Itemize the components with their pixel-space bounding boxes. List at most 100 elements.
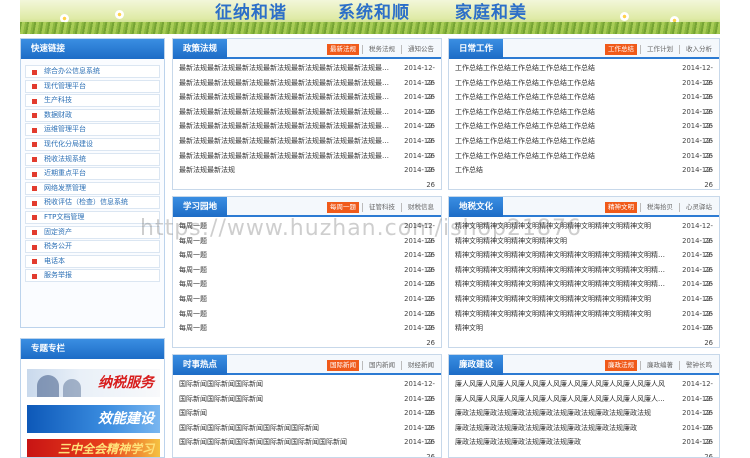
list-item-title[interactable]: 精神文明精神文明精神文明精神文明精神文明精神文明精神文明 [455, 307, 675, 322]
list-item-title[interactable]: 每周一题 [179, 219, 397, 234]
list-item[interactable]: 工作总结工作总结工作总结工作总结工作总结 2014-12-26 [455, 149, 713, 175]
list-item-title[interactable]: 每周一题 [179, 277, 397, 292]
list-item-title[interactable]: 工作总结工作总结工作总结工作总结工作总结 [455, 76, 675, 91]
list-item[interactable]: 工作总结工作总结工作总结工作总结工作总结 2014-12-26 [455, 90, 713, 116]
list-item[interactable]: 最新法规最新法规最新法规最新法规最新法规最新法规最新法规最新... 2014-12… [179, 119, 435, 145]
panel-tab[interactable]: 廉政法规 [605, 360, 637, 371]
promo-banner-plenum[interactable]: 三中全会精神学习 [27, 439, 160, 457]
panel-tab[interactable]: 国内新闻 [366, 360, 398, 371]
list-item[interactable]: 最新法规最新法规 2014-12-26 [179, 163, 435, 189]
list-item-title[interactable]: 精神文明精神文明精神文明精神文明精神文明精神文明精神文明精神... [455, 263, 675, 278]
list-item[interactable]: 精神文明精神文明精神文明精神文明精神文明精神文明精神文明 2014-12-26 [455, 219, 713, 245]
list-item[interactable]: 精神文明精神文明精神文明精神文明精神文明精神文明精神文明 2014-12-26 [455, 307, 713, 333]
quick-link-item[interactable]: 网络发票管理 [25, 181, 160, 195]
quick-link-item[interactable]: 现代管理平台 [25, 79, 160, 93]
panel-tab[interactable]: 心灵驿站 [683, 202, 715, 213]
list-item-title[interactable]: 国际新闻国际新闻国际新闻 [179, 392, 397, 407]
list-item[interactable]: 每周一题 2014-12-26 [179, 263, 435, 289]
list-item[interactable]: 工作总结 2014-12-26 [455, 163, 713, 189]
list-item[interactable]: 每周一题 2014-12-26 [179, 234, 435, 260]
list-item-title[interactable]: 最新法规最新法规最新法规最新法规最新法规最新法规最新法规最新... [179, 61, 397, 76]
list-item-title[interactable]: 工作总结工作总结工作总结工作总结工作总结 [455, 90, 675, 105]
list-item[interactable]: 精神文明精神文明精神文明精神文明精神文明精神文明精神文明精神... 2014-12… [455, 248, 713, 274]
list-item-title[interactable]: 每周一题 [179, 307, 397, 322]
list-item-title[interactable]: 最新法规最新法规最新法规最新法规最新法规最新法规最新法规最新... [179, 134, 397, 149]
list-item-title[interactable]: 工作总结工作总结工作总结工作总结工作总结 [455, 105, 675, 120]
list-item[interactable]: 国际新闻国际新闻国际新闻 2014-12-26 [179, 377, 435, 403]
panel-tab[interactable]: 收入分析 [683, 44, 715, 55]
list-item-title[interactable]: 国际新闻国际新闻国际新闻国际新闻国际新闻国际新闻 [179, 435, 397, 450]
list-item-title[interactable]: 工作总结工作总结工作总结工作总结工作总结 [455, 61, 675, 76]
panel-tab[interactable]: 警钟长鸣 [683, 360, 715, 371]
list-item[interactable]: 每周一题 2014-12-26 [179, 248, 435, 274]
list-item[interactable]: 国际新闻国际新闻国际新闻国际新闻国际新闻 2014-12-26 [179, 421, 435, 447]
list-item[interactable]: 廉政法规廉政法规廉政法规廉政法规廉政法规廉政法规廉政 2014-12-26 [455, 421, 713, 447]
quick-link-item[interactable]: 固定资产 [25, 225, 160, 239]
list-item-title[interactable]: 廉政法规廉政法规廉政法规廉政法规廉政法规廉政法规廉政法规 [455, 406, 675, 421]
list-item[interactable]: 每周一题 2014-12-26 [179, 307, 435, 333]
list-item[interactable]: 精神文明精神文明精神文明精神文明精神文明精神文明精神文明 2014-12-26 [455, 292, 713, 318]
list-item[interactable]: 每周一题 2014-12-26 [179, 292, 435, 318]
list-item-title[interactable]: 国际新闻国际新闻国际新闻国际新闻国际新闻 [179, 421, 397, 436]
list-item-title[interactable]: 最新法规最新法规 [179, 163, 397, 178]
list-item-title[interactable]: 每周一题 [179, 321, 397, 336]
quick-link-item[interactable]: 税收法规系统 [25, 152, 160, 166]
list-item[interactable]: 廉政法规廉政法规廉政法规廉政法规廉政法规廉政法规廉政法规 2014-12-26 [455, 406, 713, 432]
quick-link-item[interactable]: 近期重点平台 [25, 167, 160, 181]
list-item-title[interactable]: 每周一题 [179, 263, 397, 278]
list-item[interactable]: 精神文明 2014-12-26 [455, 321, 713, 347]
list-item-title[interactable]: 精神文明精神文明精神文明精神文明精神文明精神文明精神文明 [455, 292, 675, 307]
panel-tab[interactable]: 税海拾贝 [644, 202, 676, 213]
list-item-title[interactable]: 最新法规最新法规最新法规最新法规最新法规最新法规最新法规最新... [179, 149, 397, 164]
panel-tab[interactable]: 每周一题 [327, 202, 359, 213]
list-item-title[interactable]: 工作总结工作总结工作总结工作总结工作总结 [455, 119, 675, 134]
list-item[interactable]: 廉人风廉人风廉人风廉人风廉人风廉人风廉人风廉人风廉人风廉人... 2014-12-… [455, 392, 713, 418]
list-item-title[interactable]: 最新法规最新法规最新法规最新法规最新法规最新法规最新法规最新... [179, 76, 397, 91]
list-item[interactable]: 国际新闻 2014-12-26 [179, 406, 435, 432]
list-item[interactable]: 工作总结工作总结工作总结工作总结工作总结 2014-12-26 [455, 105, 713, 131]
list-item[interactable]: 每周一题 2014-12-26 [179, 321, 435, 347]
panel-tab[interactable]: 通知公告 [405, 44, 437, 55]
panel-tab[interactable]: 征管科技 [366, 202, 398, 213]
list-item-title[interactable]: 最新法规最新法规最新法规最新法规最新法规最新法规最新法规最新... [179, 119, 397, 134]
quick-link-item[interactable]: 运维管理平台 [25, 123, 160, 137]
quick-link-item[interactable]: 电话本 [25, 254, 160, 268]
quick-link-item[interactable]: 现代化分局建设 [25, 137, 160, 151]
quick-link-item[interactable]: 生产科技 [25, 94, 160, 108]
list-item-title[interactable]: 工作总结工作总结工作总结工作总结工作总结 [455, 149, 675, 164]
panel-tab[interactable]: 税务法规 [366, 44, 398, 55]
list-item[interactable]: 廉政法规廉政法规廉政法规廉政法规廉政 2014-12-26 [455, 435, 713, 457]
list-item-title[interactable]: 国际新闻 [179, 406, 397, 421]
list-item-title[interactable]: 最新法规最新法规最新法规最新法规最新法规最新法规最新法规最新... [179, 90, 397, 105]
list-item[interactable]: 每周一题 2014-12-26 [179, 219, 435, 245]
panel-tab[interactable]: 财经新闻 [405, 360, 437, 371]
list-item[interactable]: 最新法规最新法规最新法规最新法规最新法规最新法规最新法规最新... 2014-12… [179, 61, 435, 87]
list-item-title[interactable]: 每周一题 [179, 292, 397, 307]
list-item-title[interactable]: 精神文明精神文明精神文明精神文明精神文明精神文明精神文明精神... [455, 277, 675, 292]
list-item-title[interactable]: 国际新闻国际新闻国际新闻 [179, 377, 397, 392]
panel-tab[interactable]: 精神文明 [605, 202, 637, 213]
panel-tab[interactable]: 最新法规 [327, 44, 359, 55]
list-item-title[interactable]: 精神文明精神文明精神文明精神文明精神文明精神文明精神文明 [455, 219, 675, 234]
list-item[interactable]: 工作总结工作总结工作总结工作总结工作总结 2014-12-26 [455, 134, 713, 160]
list-item[interactable]: 精神文明精神文明精神文明精神文明精神文明精神文明精神文明精神... 2014-12… [455, 277, 713, 303]
list-item-title[interactable]: 工作总结工作总结工作总结工作总结工作总结 [455, 134, 675, 149]
list-item-title[interactable]: 每周一题 [179, 234, 397, 249]
list-item[interactable]: 最新法规最新法规最新法规最新法规最新法规最新法规最新法规最新... 2014-12… [179, 76, 435, 102]
promo-banner-tax-service[interactable]: 纳税服务 [27, 369, 160, 397]
list-item-title[interactable]: 每周一题 [179, 248, 397, 263]
list-item[interactable]: 最新法规最新法规最新法规最新法规最新法规最新法规最新法规最新... 2014-12… [179, 90, 435, 116]
list-item[interactable]: 工作总结工作总结工作总结工作总结工作总结 2014-12-26 [455, 119, 713, 145]
quick-link-item[interactable]: FTP文档管理 [25, 210, 160, 224]
list-item-title[interactable]: 廉人风廉人风廉人风廉人风廉人风廉人风廉人风廉人风廉人风廉人... [455, 392, 675, 407]
quick-link-item[interactable]: 综合办公信息系统 [25, 65, 160, 78]
list-item[interactable]: 国际新闻国际新闻国际新闻 2014-12-26 [179, 392, 435, 418]
list-item-title[interactable]: 最新法规最新法规最新法规最新法规最新法规最新法规最新法规最新... [179, 105, 397, 120]
list-item[interactable]: 工作总结工作总结工作总结工作总结工作总结 2014-12-26 [455, 76, 713, 102]
list-item[interactable]: 国际新闻国际新闻国际新闻国际新闻国际新闻国际新闻 2014-12-26 [179, 435, 435, 457]
list-item[interactable]: 最新法规最新法规最新法规最新法规最新法规最新法规最新法规最新... 2014-12… [179, 134, 435, 160]
panel-tab[interactable]: 廉政编著 [644, 360, 676, 371]
list-item-title[interactable]: 廉政法规廉政法规廉政法规廉政法规廉政法规廉政法规廉政 [455, 421, 675, 436]
panel-tab[interactable]: 工作总结 [605, 44, 637, 55]
list-item[interactable]: 最新法规最新法规最新法规最新法规最新法规最新法规最新法规最新... 2014-12… [179, 149, 435, 175]
